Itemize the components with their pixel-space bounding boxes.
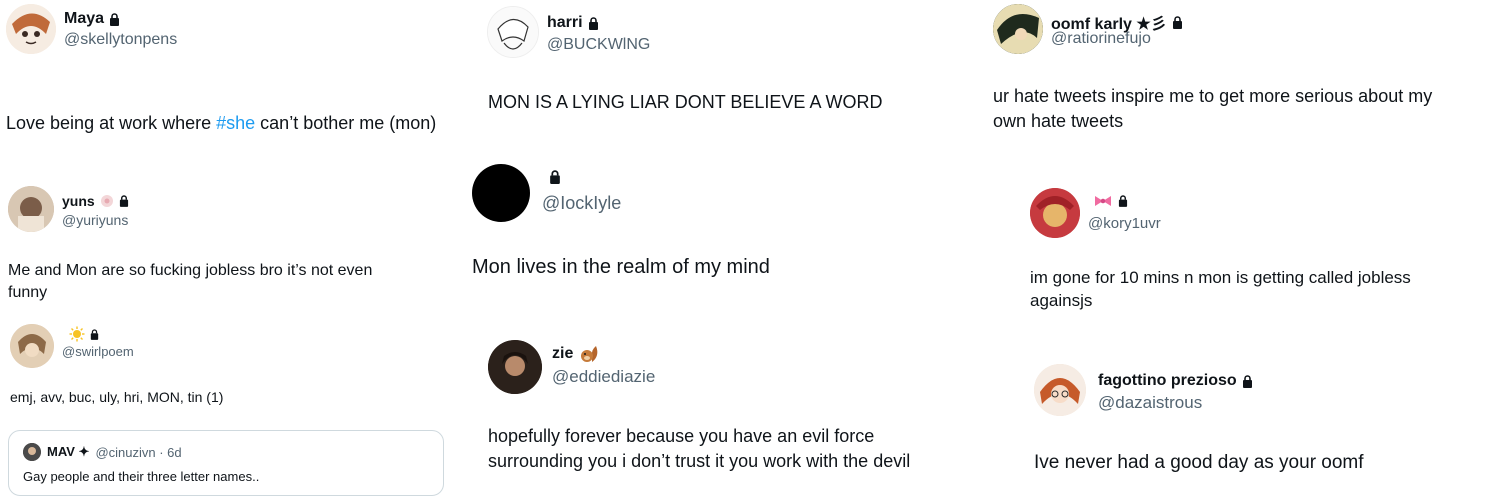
pink-circle-emoji-icon xyxy=(100,195,113,207)
tweet-maya[interactable]: Maya @skellytonpens Love being at work w… xyxy=(6,4,476,133)
sun-emoji-icon xyxy=(69,326,85,342)
avatar[interactable] xyxy=(993,4,1043,54)
avatar[interactable] xyxy=(488,340,542,394)
display-name[interactable] xyxy=(1088,194,1128,208)
tweet-yuns[interactable]: yuns @yuriyuns Me and Mon are so fucking… xyxy=(8,186,458,311)
display-name[interactable]: harri xyxy=(547,14,599,32)
lock-icon xyxy=(1118,195,1128,207)
tweet-text: Ive never had a good day as your oomf xyxy=(1034,452,1364,473)
lock-icon xyxy=(588,16,598,30)
handle[interactable]: @eddiediazie xyxy=(552,367,655,387)
lock-icon xyxy=(1242,374,1252,388)
display-name-text: harri xyxy=(547,14,583,31)
display-name-text: zie xyxy=(552,345,574,362)
tweet-swirlpoem[interactable]: @swirlpoem emj, avv, buc, uly, hri, MON,… xyxy=(8,322,448,497)
handle[interactable]: @yuriyuns xyxy=(62,212,128,228)
display-name-text: yuns xyxy=(62,193,95,209)
tweet-zie[interactable]: zie @eddiediazie hopefully forever becau… xyxy=(488,340,998,490)
handle[interactable]: @BUCKWlNG xyxy=(547,36,650,54)
quoted-display-name[interactable]: MAV ✦ xyxy=(47,444,89,460)
tweet-text: emj, avv, buc, uly, hri, MON, tin (1) xyxy=(10,389,224,405)
display-name-text: Maya xyxy=(64,10,105,27)
lock-icon xyxy=(90,328,99,340)
display-name[interactable] xyxy=(64,326,99,342)
display-name[interactable]: zie xyxy=(552,344,600,364)
tweet-text-part: can’t bother me (mon) xyxy=(255,112,437,133)
tweet-text: Me and Mon are so fucking jobless bro it… xyxy=(8,262,373,302)
handle[interactable]: @dazaistrous xyxy=(1098,393,1202,413)
avatar[interactable] xyxy=(487,6,539,58)
avatar[interactable] xyxy=(1030,188,1080,238)
quoted-handle[interactable]: @cinuzivn · 6d xyxy=(95,445,181,460)
tweet-fagottino-prezioso[interactable]: fagottino prezioso @dazaistrous Ive neve… xyxy=(1034,364,1494,494)
tweet-text: hopefully forever because you have an ev… xyxy=(488,426,911,471)
lock-icon xyxy=(119,195,128,207)
quoted-tweet-text: Gay people and their three letter names.… xyxy=(23,469,260,484)
tweet-text: Love being at work where #she can’t both… xyxy=(6,86,436,136)
handle[interactable]: @IockIyle xyxy=(542,193,621,214)
quoted-tweet[interactable]: MAV ✦ @cinuzivn · 6d Gay people and thei… xyxy=(8,430,444,496)
avatar[interactable] xyxy=(6,4,56,54)
display-name[interactable] xyxy=(544,170,561,184)
avatar[interactable] xyxy=(10,324,54,368)
tweet-oomf-karly[interactable]: oomf karly ★彡 @ratiorinefujo ur hate twe… xyxy=(993,4,1493,139)
display-name[interactable]: Maya xyxy=(64,10,120,28)
tweet-iockiyle[interactable]: @IockIyle Mon lives in the realm of my m… xyxy=(472,164,952,284)
avatar[interactable] xyxy=(8,186,54,232)
lock-icon xyxy=(110,12,120,26)
ribbon-emoji-icon xyxy=(1095,196,1111,206)
lock-icon xyxy=(1172,15,1182,29)
handle[interactable]: @kory1uvr xyxy=(1088,215,1161,232)
display-name-text: fagottino prezioso xyxy=(1098,372,1237,389)
handle[interactable]: @ratiorinefujo xyxy=(1051,30,1151,48)
tweet-kory1uvr[interactable]: @kory1uvr im gone for 10 mins n mon is g… xyxy=(1030,188,1490,318)
tweet-text: Mon lives in the realm of my mind xyxy=(472,256,770,278)
chipmunk-emoji-icon xyxy=(581,346,598,362)
lock-icon xyxy=(550,170,560,184)
handle[interactable]: @swirlpoem xyxy=(62,344,134,359)
hashtag-link[interactable]: #she xyxy=(216,113,255,133)
tweet-text: im gone for 10 mins n mon is getting cal… xyxy=(1030,268,1411,311)
handle[interactable]: @skellytonpens xyxy=(64,31,177,49)
avatar[interactable] xyxy=(1034,364,1086,416)
display-name[interactable]: yuns xyxy=(62,193,129,209)
avatar[interactable] xyxy=(23,443,41,461)
quoted-tweet-header: MAV ✦ @cinuzivn · 6d xyxy=(23,443,182,461)
display-name[interactable]: fagottino prezioso xyxy=(1098,372,1253,390)
tweet-text: ur hate tweets inspire me to get more se… xyxy=(993,86,1433,131)
tweet-text: MON IS A LYING LIAR DONT BELIEVE A WORD xyxy=(488,92,883,112)
tweet-harri[interactable]: harri @BUCKWlNG MON IS A LYING LIAR DONT… xyxy=(487,6,957,116)
avatar[interactable] xyxy=(472,164,530,222)
tweet-text-part: Love being at work where xyxy=(6,112,217,133)
